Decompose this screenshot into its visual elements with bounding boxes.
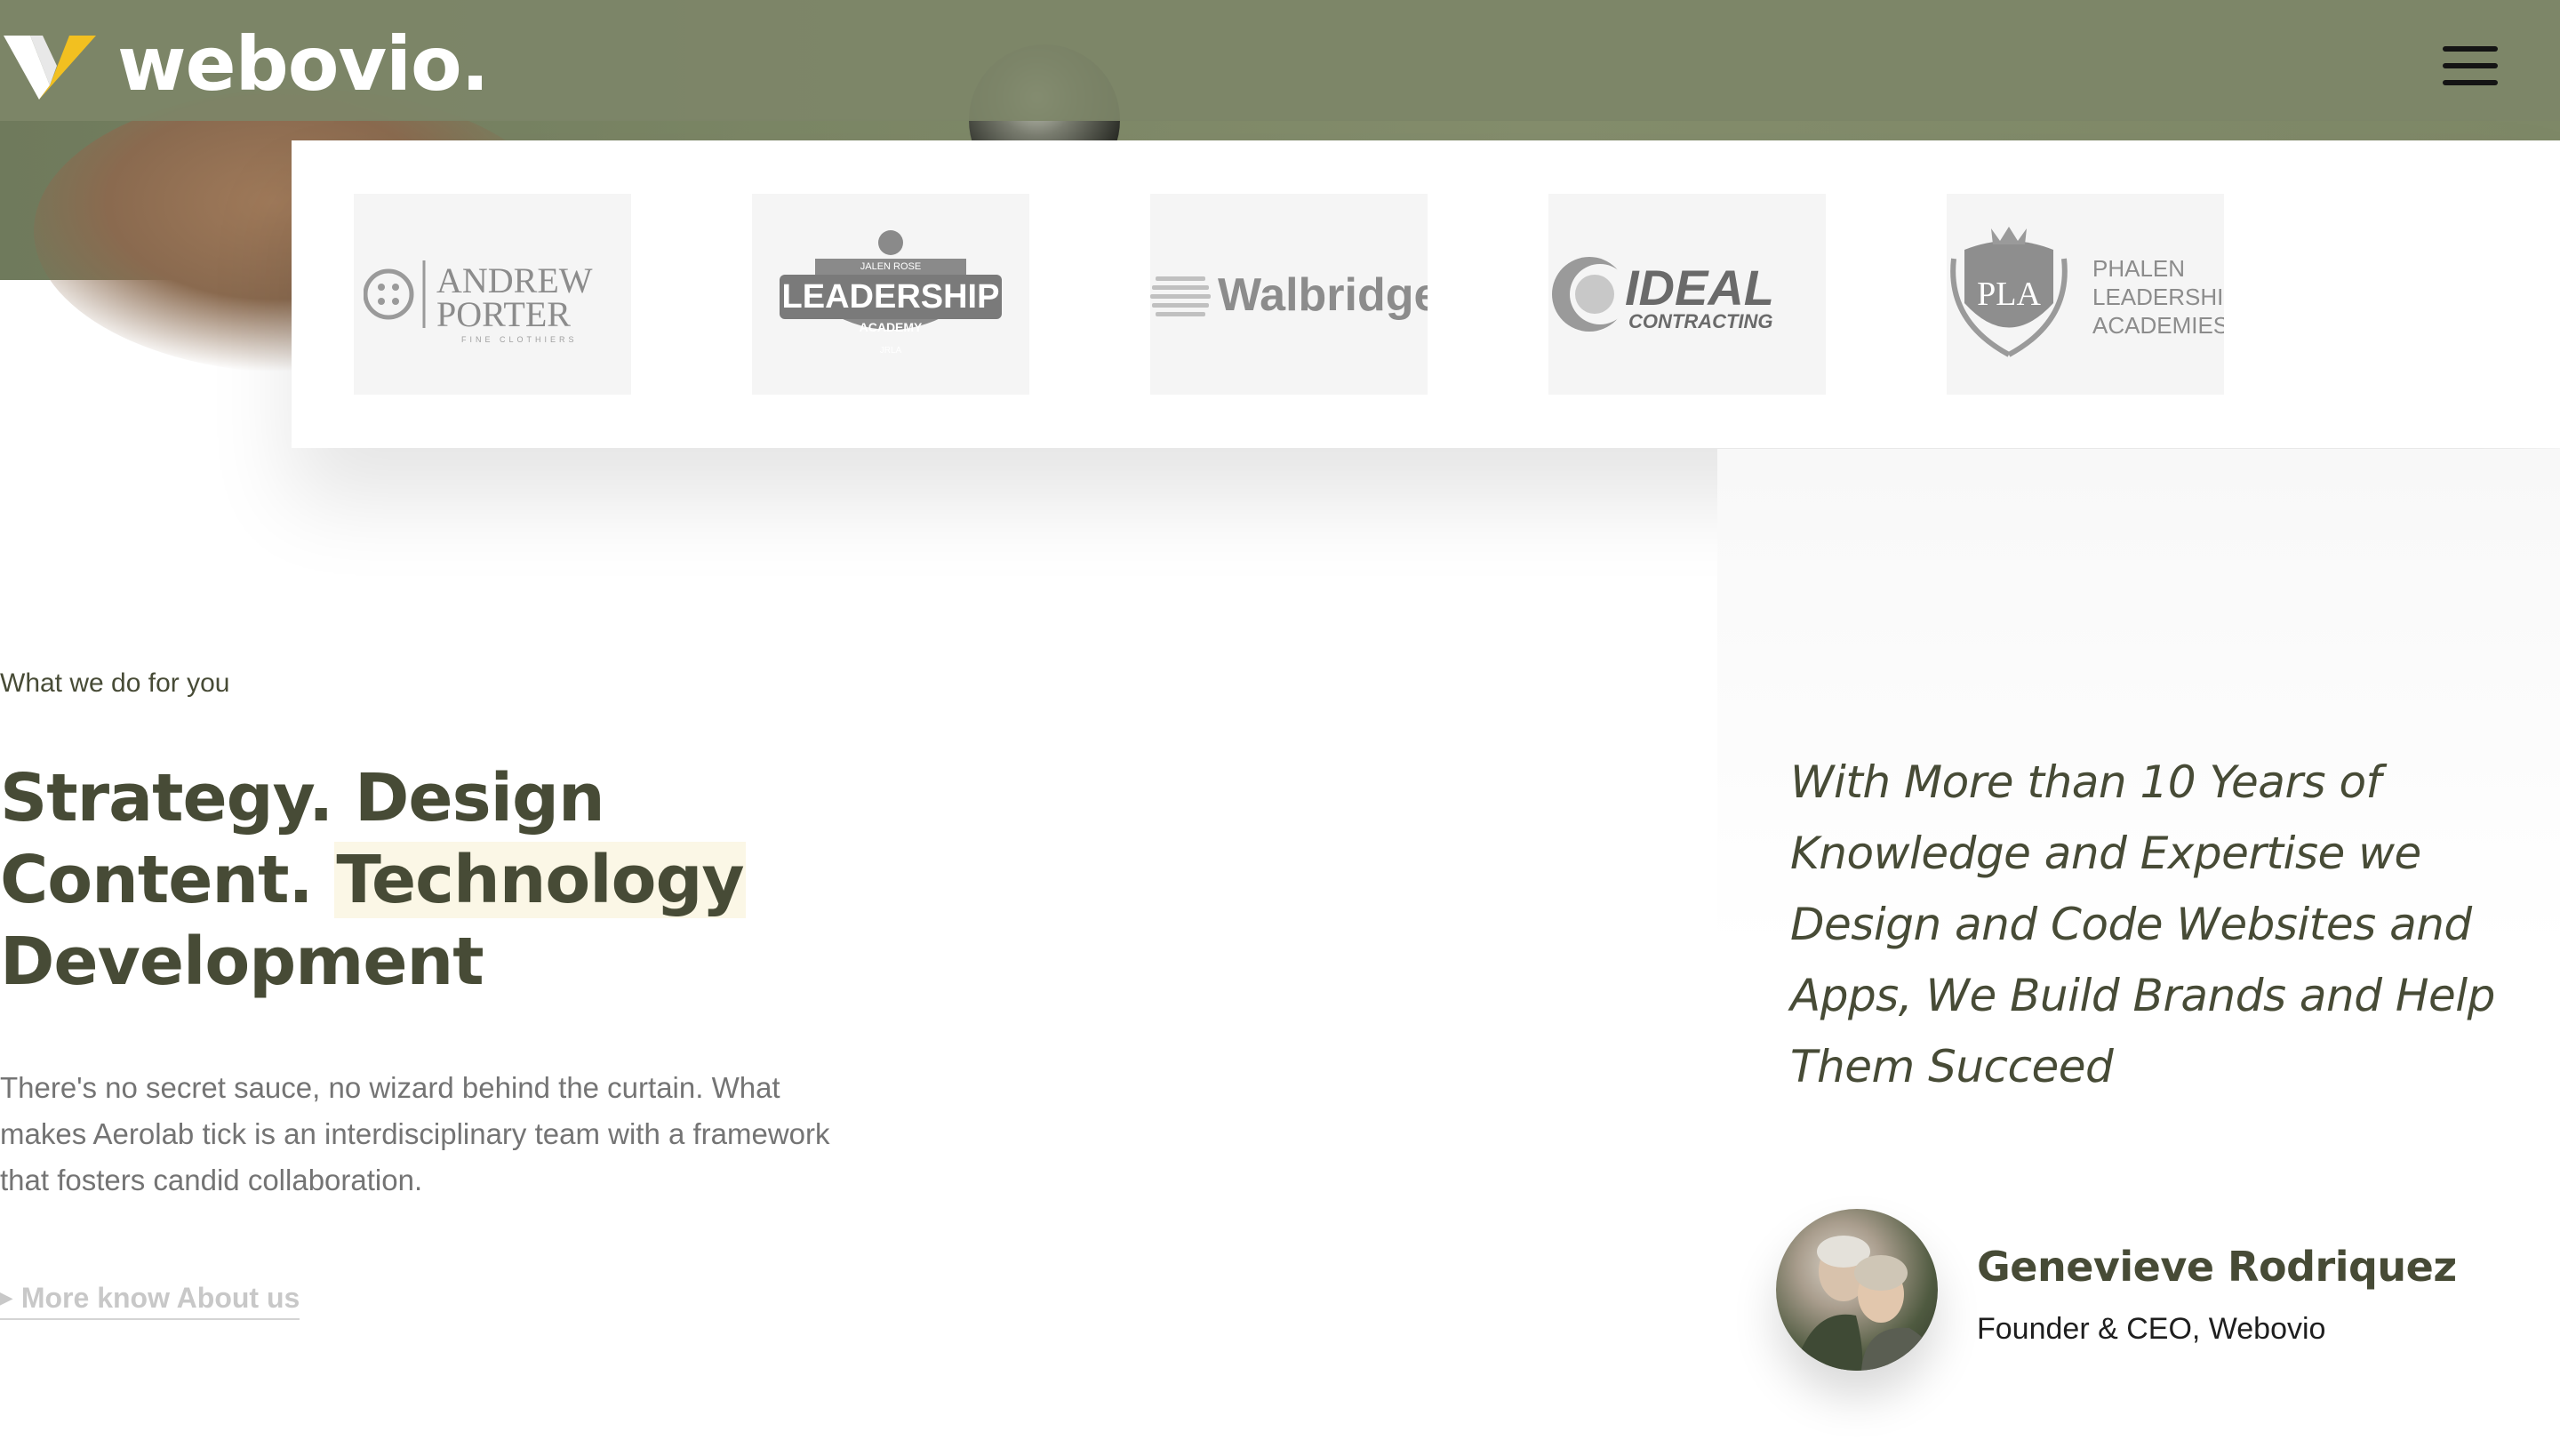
- client-logos-strip: ANDREW PORTER FINE CLOTHIERS JALEN ROSE …: [292, 140, 2560, 448]
- brand-logo[interactable]: webovio.: [4, 20, 490, 108]
- section-description: There's no secret sauce, no wizard behin…: [0, 1071, 830, 1196]
- author-name: Genevieve Rodriquez: [1977, 1243, 2457, 1291]
- webovio-v-mark-icon: [4, 28, 96, 100]
- heading-word: Content.: [0, 842, 335, 918]
- client-text: LEADERSHIP: [782, 278, 1000, 316]
- caret-right-icon: ▶: [0, 1289, 12, 1307]
- client-tagline: FINE CLOTHIERS: [461, 335, 578, 344]
- testimonial-quote: With More than 10 Years of Knowledge and…: [1790, 756, 2495, 1092]
- avatar: [1776, 1209, 1938, 1371]
- client-crest: PLA: [1977, 276, 2041, 313]
- client-text: CONTRACTING: [1628, 310, 1773, 332]
- client-badge: JRLA: [880, 346, 902, 356]
- client-text: PHALEN: [2092, 255, 2185, 282]
- site-header: webovio.: [0, 0, 2560, 121]
- client-logo-leadership-academy[interactable]: JALEN ROSE LEADERSHIP ACADEMY JRLA: [752, 194, 1029, 395]
- hamburger-icon[interactable]: [2443, 46, 2498, 85]
- client-text: LEADERSHIP: [2092, 284, 2224, 310]
- about-us-link-label: More know About us: [20, 1282, 300, 1314]
- heading-highlight: Technology: [334, 842, 746, 918]
- client-text: JALEN ROSE: [860, 261, 921, 272]
- brand-name: webovio.: [117, 20, 490, 108]
- client-logo-phalen-academies[interactable]: PLA PHALEN LEADERSHIP ACADEMIES: [1947, 194, 2224, 395]
- client-text: ACADEMIES: [2092, 312, 2224, 339]
- client-logo-ideal-contracting[interactable]: IDEAL CONTRACTING: [1548, 194, 1826, 395]
- author-role: Founder & CEO, Webovio: [1977, 1312, 2326, 1346]
- heading-line: Strategy. Design: [0, 760, 605, 836]
- client-text: IDEAL: [1625, 260, 1774, 316]
- client-logo-andrew-porter[interactable]: ANDREW PORTER FINE CLOTHIERS: [354, 194, 631, 395]
- client-logo-walbridge[interactable]: Walbridge: [1150, 194, 1428, 395]
- about-us-link[interactable]: ▶ More know About us: [0, 1282, 300, 1320]
- section-heading: Strategy. Design Content. Technology Dev…: [0, 757, 746, 1003]
- section-eyebrow: What we do for you: [0, 668, 230, 698]
- client-text: ACADEMY: [860, 320, 923, 334]
- heading-line: Development: [0, 924, 484, 1000]
- client-text: PORTER: [436, 294, 571, 334]
- client-text: Walbridge: [1218, 269, 1428, 321]
- heading-line: Content. Technology: [0, 839, 746, 921]
